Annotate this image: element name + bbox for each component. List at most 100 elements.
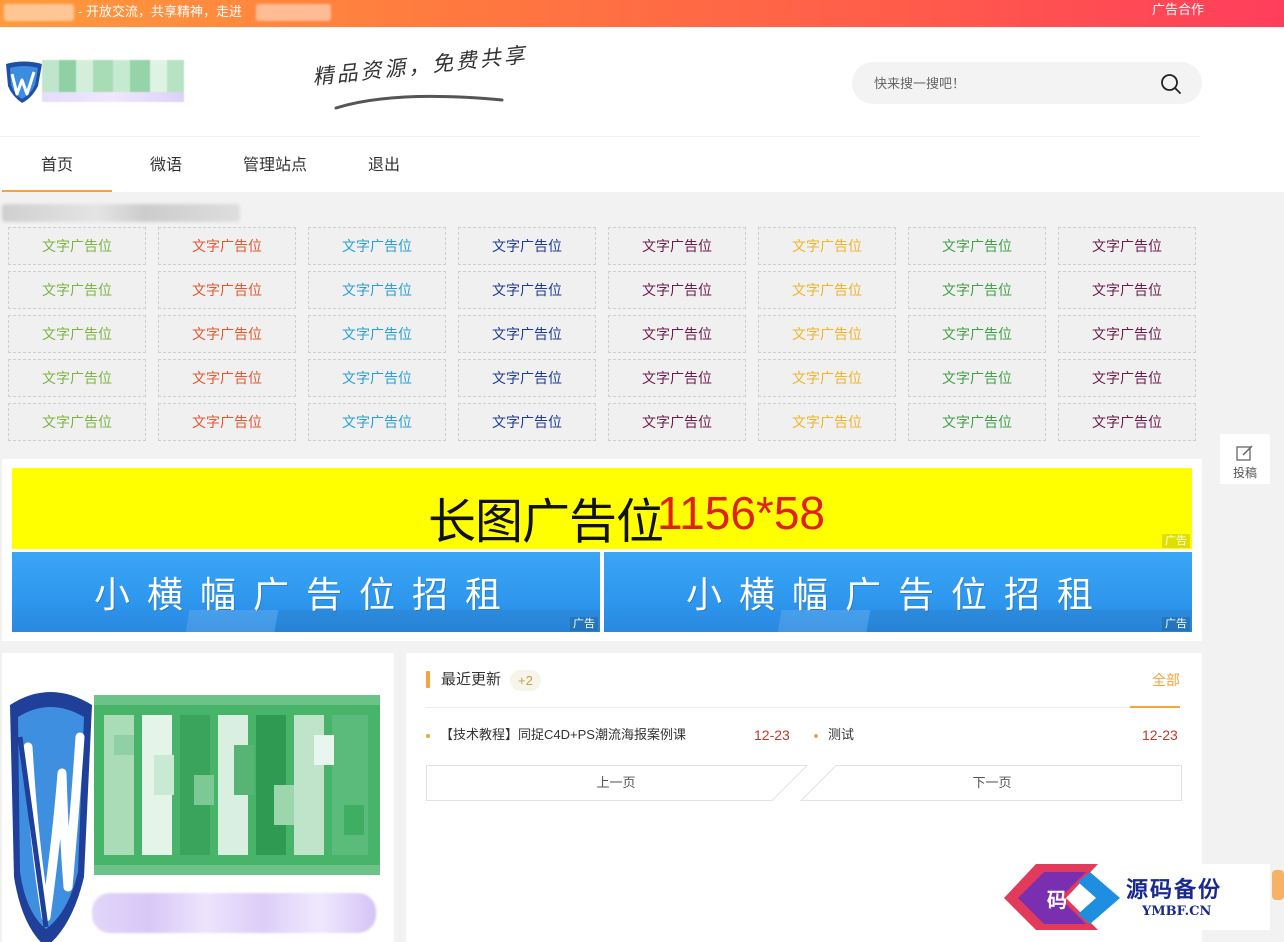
top-bar: - 开放交流，共享精神，走进 广告合作: [0, 0, 1284, 27]
bullet-dot: [426, 734, 430, 738]
text-ad-grid: 文字广告位 文字广告位 文字广告位 文字广告位 文字广告位 文字广告位 文字广告位 文字广告位…: [8, 227, 1198, 441]
text-ad-cell[interactable]: 文字广告位: [908, 271, 1046, 309]
text-ad-cell[interactable]: 文字广告位: [1058, 403, 1196, 441]
small-banner-ad-1[interactable]: 小横幅广告位招租 广告: [12, 552, 600, 632]
text-ad-cell[interactable]: 文字广告位: [8, 227, 146, 265]
recent-updates-title: 最近更新: [441, 671, 502, 688]
site-header: 精品资源，免费共享 首页 微语 管理站点 退出: [0, 28, 1284, 192]
small-banner-ad-2[interactable]: 小横幅广告位招租 广告: [604, 552, 1192, 632]
blurred-site-description: [92, 893, 376, 933]
text-ad-cell[interactable]: 文字广告位: [458, 359, 596, 397]
text-ad-cell[interactable]: 文字广告位: [308, 359, 446, 397]
post-title[interactable]: 测试: [828, 726, 854, 744]
post-date: 12-23: [1142, 727, 1178, 743]
text-ad-cell[interactable]: 文字广告位: [158, 271, 296, 309]
text-ad-cell[interactable]: 文字广告位: [158, 315, 296, 353]
ad-tag: 广告: [1162, 534, 1190, 548]
next-page-button[interactable]: 下一页: [822, 765, 1162, 800]
text-ad-cell[interactable]: 文字广告位: [608, 271, 746, 309]
blurred-notice: [2, 204, 240, 222]
text-ad-cell[interactable]: 文字广告位: [308, 403, 446, 441]
ad-tag: 广告: [1162, 617, 1190, 631]
blurred-logo-text: [42, 60, 184, 102]
view-all-underline: [1130, 706, 1180, 708]
top-slogan: - 开放交流，共享精神，走进: [78, 4, 242, 19]
ymbf-watermark: 码 源码备份 YMBF.CN: [1000, 862, 1284, 942]
text-ad-cell[interactable]: 文字广告位: [158, 403, 296, 441]
title-accent-bar: [426, 671, 430, 688]
long-banner-ad[interactable]: 长图广告位 1156*58 广告: [12, 468, 1192, 550]
text-ad-cell[interactable]: 文字广告位: [308, 315, 446, 353]
site-logo[interactable]: [4, 60, 184, 106]
text-ad-cell[interactable]: 文字广告位: [8, 315, 146, 353]
text-ad-cell[interactable]: 文字广告位: [158, 359, 296, 397]
ad-tag: 广告: [570, 617, 598, 631]
text-ad-cell[interactable]: 文字广告位: [308, 271, 446, 309]
search-box[interactable]: [852, 62, 1202, 104]
banner-section: 长图广告位 1156*58 广告 小横幅广告位招租 广告 小横幅广告位招租 广告: [2, 459, 1202, 641]
watermark-edge: [1272, 870, 1284, 900]
text-ad-cell[interactable]: 文字广告位: [158, 227, 296, 265]
tagline-brush-stroke: [334, 94, 504, 110]
ad-cooperation-link[interactable]: 广告合作: [1152, 1, 1204, 19]
blurred-site-name-2: [256, 4, 331, 21]
text-ad-cell[interactable]: 文字广告位: [608, 227, 746, 265]
text-ad-cell[interactable]: 文字广告位: [758, 315, 896, 353]
watermark-code-char: 码: [1047, 888, 1067, 912]
text-ad-cell[interactable]: 文字广告位: [8, 359, 146, 397]
long-ad-text: 长图广告位: [428, 494, 664, 550]
text-ad-cell[interactable]: 文字广告位: [1058, 227, 1196, 265]
search-icon[interactable]: [1160, 73, 1182, 95]
shield-logo-icon: [6, 61, 42, 103]
small-ad-text: 小横幅广告位招租: [93, 574, 518, 615]
nav-home[interactable]: 首页: [2, 138, 112, 192]
text-ad-cell[interactable]: 文字广告位: [608, 403, 746, 441]
long-ad-size: 1156*58: [657, 487, 825, 539]
edit-icon: [1236, 445, 1253, 461]
text-ad-cell[interactable]: 文字广告位: [608, 315, 746, 353]
text-ad-cell[interactable]: 文字广告位: [458, 227, 596, 265]
submit-post-button[interactable]: 投稿: [1220, 434, 1270, 484]
prev-page-button[interactable]: 上一页: [446, 765, 786, 800]
text-ad-cell[interactable]: 文字广告位: [758, 227, 896, 265]
text-ad-cell[interactable]: 文字广告位: [608, 359, 746, 397]
nav-manage-site[interactable]: 管理站点: [220, 138, 330, 192]
post-date: 12-23: [754, 727, 790, 743]
bullet-dot: [814, 734, 818, 738]
site-tagline: 精品资源，免费共享: [311, 42, 529, 90]
text-ad-cell[interactable]: 文字广告位: [458, 315, 596, 353]
site-profile-card: [2, 653, 394, 942]
watermark-cn: 源码备份: [1126, 877, 1223, 903]
text-ad-cell[interactable]: 文字广告位: [758, 271, 896, 309]
small-ad-text: 小横幅广告位招租: [685, 574, 1110, 615]
text-ad-cell[interactable]: 文字广告位: [1058, 271, 1196, 309]
text-ad-cell[interactable]: 文字广告位: [8, 271, 146, 309]
search-input[interactable]: [874, 72, 1144, 94]
text-ad-cell[interactable]: 文字广告位: [1058, 315, 1196, 353]
header-divider: [0, 136, 1200, 137]
nav-logout[interactable]: 退出: [329, 138, 439, 192]
text-ad-cell[interactable]: 文字广告位: [458, 403, 596, 441]
watermark-en: YMBF.CN: [1142, 904, 1212, 919]
text-ad-cell[interactable]: 文字广告位: [908, 315, 1046, 353]
text-ad-cell[interactable]: 文字广告位: [1058, 359, 1196, 397]
text-ad-cell[interactable]: 文字广告位: [908, 403, 1046, 441]
text-ad-cell[interactable]: 文字广告位: [308, 227, 446, 265]
text-ad-cell[interactable]: 文字广告位: [758, 403, 896, 441]
view-all-link[interactable]: 全部: [1152, 671, 1180, 689]
text-ad-cell[interactable]: 文字广告位: [458, 271, 596, 309]
text-ad-cell[interactable]: 文字广告位: [908, 227, 1046, 265]
text-ad-cell[interactable]: 文字广告位: [758, 359, 896, 397]
nav-weiyu[interactable]: 微语: [111, 138, 221, 192]
post-item[interactable]: 【技术教程】同捉C4D+PS潮流海报案例课: [426, 726, 746, 744]
recent-count-badge: +2: [510, 670, 541, 691]
text-ad-cell[interactable]: 文字广告位: [908, 359, 1046, 397]
post-item[interactable]: 测试: [814, 726, 1014, 744]
text-ad-cell[interactable]: 文字广告位: [8, 403, 146, 441]
post-title[interactable]: 【技术教程】同捉C4D+PS潮流海报案例课: [440, 726, 686, 744]
submit-label: 投稿: [1232, 466, 1257, 480]
shield-logo-large-icon: [10, 692, 92, 942]
blurred-site-name: [4, 4, 74, 21]
blurred-site-avatar: [94, 695, 380, 875]
card-divider: [426, 707, 1180, 708]
